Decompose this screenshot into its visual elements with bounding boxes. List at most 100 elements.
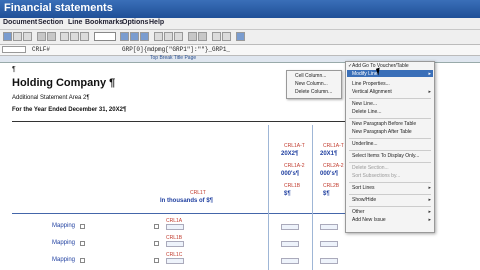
row-3-col1-cell[interactable] bbox=[281, 258, 299, 264]
table-icon[interactable] bbox=[154, 32, 163, 41]
formula-bar: CRLF# GRP[0]{mdpmg["GRP1"]:""}_GRP1_ bbox=[0, 45, 480, 56]
open-icon[interactable] bbox=[13, 32, 22, 41]
paragraph-mark: ¶ bbox=[12, 66, 16, 73]
bold-icon[interactable] bbox=[60, 32, 69, 41]
menu-bookmarks[interactable]: Bookmarks bbox=[85, 19, 123, 26]
menu-section[interactable]: Section bbox=[38, 19, 63, 26]
menu-item-new-column[interactable]: New Column... bbox=[295, 81, 328, 87]
menu-item-select-items[interactable]: Select Items To Display Only... bbox=[352, 153, 419, 159]
menu-item-paragraph-before[interactable]: New Paragraph Before Table bbox=[352, 121, 416, 127]
row-2-label-cell[interactable] bbox=[166, 241, 184, 247]
menu-separator bbox=[349, 206, 431, 207]
redo-icon[interactable] bbox=[47, 32, 56, 41]
row-2-col1-cell[interactable] bbox=[281, 241, 299, 247]
menu-separator bbox=[349, 138, 431, 139]
table-rule bbox=[12, 213, 345, 214]
align-left-icon[interactable] bbox=[120, 32, 129, 41]
font-combo[interactable] bbox=[94, 32, 116, 41]
submenu-arrow-icon: ▸ bbox=[428, 217, 431, 223]
row-2-col2-cell[interactable] bbox=[320, 241, 338, 247]
submenu-arrow-icon: ▸ bbox=[428, 197, 431, 203]
col1-token-a: CRL1A-T bbox=[284, 143, 305, 149]
mapping-row-2-toggle[interactable] bbox=[80, 241, 85, 246]
row-1-col1-cell[interactable] bbox=[281, 224, 299, 230]
submenu-arrow-icon: ▸ bbox=[428, 71, 431, 77]
menu-options[interactable]: Options bbox=[122, 19, 148, 26]
thousands-token: CRL1T bbox=[190, 190, 206, 196]
row-3-label-cell[interactable] bbox=[166, 258, 184, 264]
col1-amount-unit[interactable]: 000's¶ bbox=[281, 171, 299, 177]
print-icon[interactable] bbox=[222, 32, 231, 41]
menu-item-cell-column[interactable]: Cell Column... bbox=[295, 73, 326, 79]
help-icon[interactable] bbox=[236, 32, 245, 41]
formula-cell-name: CRLF# bbox=[32, 46, 51, 53]
header-rule bbox=[12, 121, 345, 122]
undo-icon[interactable] bbox=[37, 32, 46, 41]
column-divider-1 bbox=[268, 125, 269, 270]
insert-column-icon[interactable] bbox=[174, 32, 183, 41]
menu-item-delete-column[interactable]: Delete Column... bbox=[295, 89, 332, 95]
italic-icon[interactable] bbox=[70, 32, 79, 41]
align-center-icon[interactable] bbox=[130, 32, 139, 41]
align-right-icon[interactable] bbox=[140, 32, 149, 41]
submenu-arrow-icon: ▸ bbox=[428, 209, 431, 215]
menu-item-underline[interactable]: Underline... bbox=[352, 141, 378, 147]
row-3-option-icon[interactable] bbox=[154, 258, 159, 263]
menu-help[interactable]: Help bbox=[149, 19, 164, 26]
mapping-row-3-toggle[interactable] bbox=[80, 258, 85, 263]
menu-item-show-hide[interactable]: Show/Hide bbox=[352, 197, 376, 203]
formula-expression[interactable]: GRP[0]{mdpmg["GRP1"]:""}_GRP1_ bbox=[122, 46, 230, 53]
new-doc-icon[interactable] bbox=[3, 32, 12, 41]
menu-separator bbox=[349, 118, 431, 119]
col2-token-b: CRL2A-2 bbox=[323, 163, 344, 169]
menu-item-paragraph-after[interactable]: New Paragraph After Table bbox=[352, 129, 412, 135]
statement-subtitle[interactable]: Additional Statement Area 2¶ bbox=[12, 95, 90, 101]
formula-icon[interactable] bbox=[198, 32, 207, 41]
col2-token-a: CRL1A-T bbox=[323, 143, 344, 149]
column-divider-2 bbox=[312, 125, 313, 270]
row-1-col2-cell[interactable] bbox=[320, 224, 338, 230]
row-2-option-icon[interactable] bbox=[154, 241, 159, 246]
menu-separator bbox=[349, 182, 431, 183]
insert-row-icon[interactable] bbox=[164, 32, 173, 41]
preview-icon[interactable] bbox=[212, 32, 221, 41]
row-3-col2-cell[interactable] bbox=[320, 258, 338, 264]
submenu-arrow-icon: ▸ bbox=[428, 185, 431, 191]
menu-item-add-go-to[interactable]: Add Go To Voucher/Table bbox=[352, 63, 409, 69]
cell-reference-box[interactable] bbox=[2, 46, 26, 53]
menu-separator bbox=[349, 150, 431, 151]
col1-dollars[interactable]: $¶ bbox=[284, 191, 291, 197]
period-line[interactable]: For the Year Ended December 31, 20X2¶ bbox=[12, 107, 126, 113]
underline-icon[interactable] bbox=[80, 32, 89, 41]
mapping-row-3-label[interactable]: Mapping bbox=[52, 257, 75, 263]
line-context-menu: ✓ Add Go To Voucher/Table Modify Line ▸ … bbox=[345, 61, 435, 233]
sum-icon[interactable] bbox=[188, 32, 197, 41]
menu-item-other[interactable]: Other bbox=[352, 209, 365, 215]
menu-item-vertical-alignment[interactable]: Vertical Alignment bbox=[352, 89, 392, 95]
mapping-row-1-toggle[interactable] bbox=[80, 224, 85, 229]
save-icon[interactable] bbox=[23, 32, 32, 41]
col2-year[interactable]: 20X1¶ bbox=[320, 151, 337, 157]
menu-item-line-properties[interactable]: Line Properties... bbox=[352, 81, 390, 87]
mapping-row-1-label[interactable]: Mapping bbox=[52, 223, 75, 229]
menu-item-modify-line[interactable]: Modify Line bbox=[352, 71, 378, 77]
menu-item-new-line[interactable]: New Line... bbox=[352, 101, 377, 107]
menu-item-delete-line[interactable]: Delete Line... bbox=[352, 109, 381, 115]
menu-item-sort-lines[interactable]: Sort Lines bbox=[352, 185, 375, 191]
col2-amount-unit[interactable]: 000's¶ bbox=[320, 171, 338, 177]
col1-year[interactable]: 20X2¶ bbox=[281, 151, 298, 157]
col2-token-c: CRL2B bbox=[323, 183, 340, 189]
row-1-label-cell[interactable] bbox=[166, 224, 184, 230]
menu-document[interactable]: Document bbox=[3, 19, 37, 26]
column-context-menu: Cell Column... New Column... Delete Colu… bbox=[286, 70, 342, 99]
mapping-row-2-label[interactable]: Mapping bbox=[52, 240, 75, 246]
company-title[interactable]: Holding Company ¶ bbox=[12, 77, 115, 89]
row-1-option-icon[interactable] bbox=[154, 224, 159, 229]
menu-item-add-new-issue[interactable]: Add New Issue bbox=[352, 217, 386, 223]
window-titlebar: Financial statements bbox=[0, 0, 480, 18]
menu-separator bbox=[349, 162, 431, 163]
menubar: Document Section Line Bookmarks Options … bbox=[0, 18, 480, 30]
thousands-caption[interactable]: In thousands of $¶ bbox=[160, 198, 213, 204]
menu-line[interactable]: Line bbox=[68, 19, 82, 26]
col2-dollars[interactable]: $¶ bbox=[323, 191, 330, 197]
